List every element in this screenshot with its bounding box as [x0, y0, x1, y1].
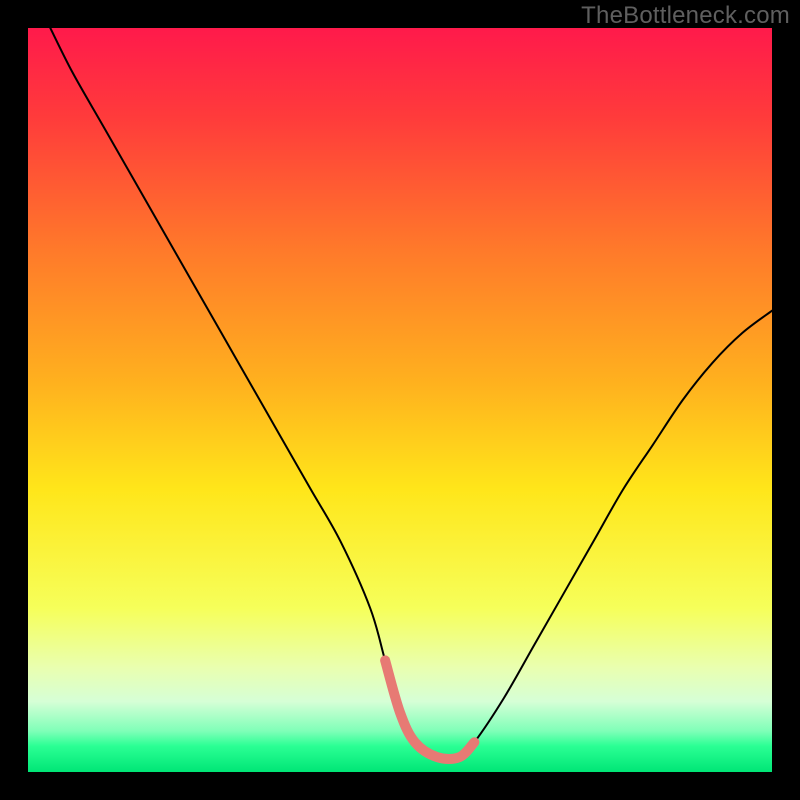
- chart-svg: [28, 28, 772, 772]
- watermark-text: TheBottleneck.com: [581, 2, 790, 30]
- chart-frame: TheBottleneck.com: [0, 0, 800, 800]
- plot-area: [28, 28, 772, 772]
- gradient-background: [28, 28, 772, 772]
